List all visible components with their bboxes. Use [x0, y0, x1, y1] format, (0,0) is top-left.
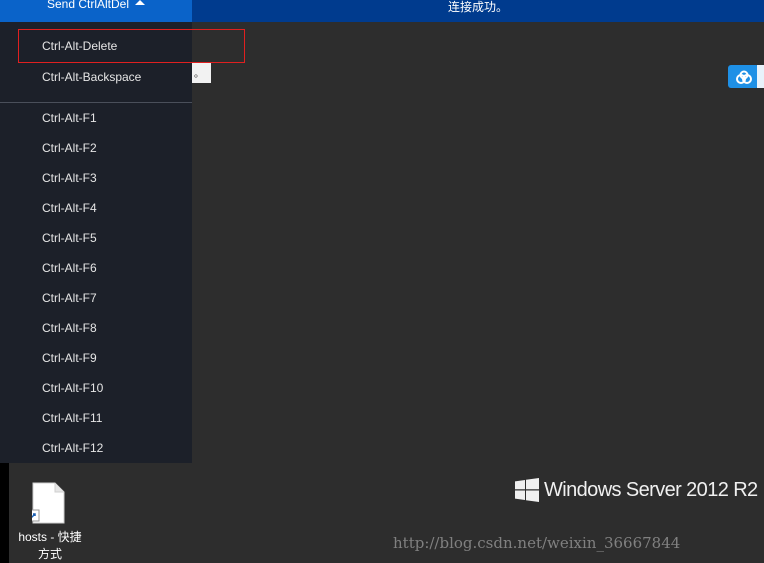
- menu-item-ctrl-alt-f5[interactable]: Ctrl-Alt-F5: [0, 223, 192, 253]
- menu-item-ctrl-alt-f8[interactable]: Ctrl-Alt-F8: [0, 313, 192, 343]
- menu-item-ctrl-alt-f10[interactable]: Ctrl-Alt-F10: [0, 373, 192, 403]
- menu-item-ctrl-alt-f9[interactable]: Ctrl-Alt-F9: [0, 343, 192, 373]
- partial-dialog-box: 。: [192, 63, 211, 83]
- menu-item-ctrl-alt-f12[interactable]: Ctrl-Alt-F12: [0, 433, 192, 463]
- os-brand-text: Windows Server 2012 R2: [544, 479, 758, 501]
- top-toolbar: Send CtrlAltDel 连接成功。: [0, 0, 764, 22]
- menu-item-ctrl-alt-f6[interactable]: Ctrl-Alt-F6: [0, 253, 192, 283]
- menu-item-ctrl-alt-f1[interactable]: Ctrl-Alt-F1: [0, 103, 192, 133]
- menu-item-ctrl-alt-f2[interactable]: Ctrl-Alt-F2: [0, 133, 192, 163]
- file-shortcut-icon: [32, 482, 65, 524]
- menu-item-ctrl-alt-delete[interactable]: Ctrl-Alt-Delete: [18, 29, 245, 63]
- key-combo-menu: Ctrl-Alt-Delete Ctrl-Alt-Backspace Ctrl-…: [0, 22, 245, 463]
- send-ctrlaltdel-button[interactable]: Send CtrlAltDel: [0, 0, 192, 22]
- menu-item-ctrl-alt-f3[interactable]: Ctrl-Alt-F3: [0, 163, 192, 193]
- desktop-edge: [0, 463, 9, 563]
- send-ctrlaltdel-label: Send CtrlAltDel: [46, 0, 130, 11]
- menu-item-ctrl-alt-f7[interactable]: Ctrl-Alt-F7: [0, 283, 192, 313]
- watermark-url: http://blog.csdn.net/weixin_36667844: [393, 534, 681, 552]
- cloud-icon: [735, 70, 752, 84]
- menu-item-ctrl-alt-f4[interactable]: Ctrl-Alt-F4: [0, 193, 192, 223]
- hosts-shortcut[interactable]: hosts - 快捷 方式: [10, 480, 90, 563]
- menu-item-ctrl-alt-backspace[interactable]: Ctrl-Alt-Backspace: [0, 62, 192, 92]
- windows-logo-icon: [515, 478, 539, 502]
- caret-up-icon: [135, 0, 146, 5]
- shortcut-label-line2: 方式: [37, 547, 62, 561]
- connection-status: 连接成功。: [447, 0, 508, 14]
- cloud-button[interactable]: [728, 65, 759, 88]
- shortcut-label: hosts - 快捷 方式: [10, 529, 90, 563]
- side-panel-edge: [757, 65, 764, 88]
- menu-item-ctrl-alt-f11[interactable]: Ctrl-Alt-F11: [0, 403, 192, 433]
- shortcut-label-line1: hosts - 快捷: [18, 530, 82, 544]
